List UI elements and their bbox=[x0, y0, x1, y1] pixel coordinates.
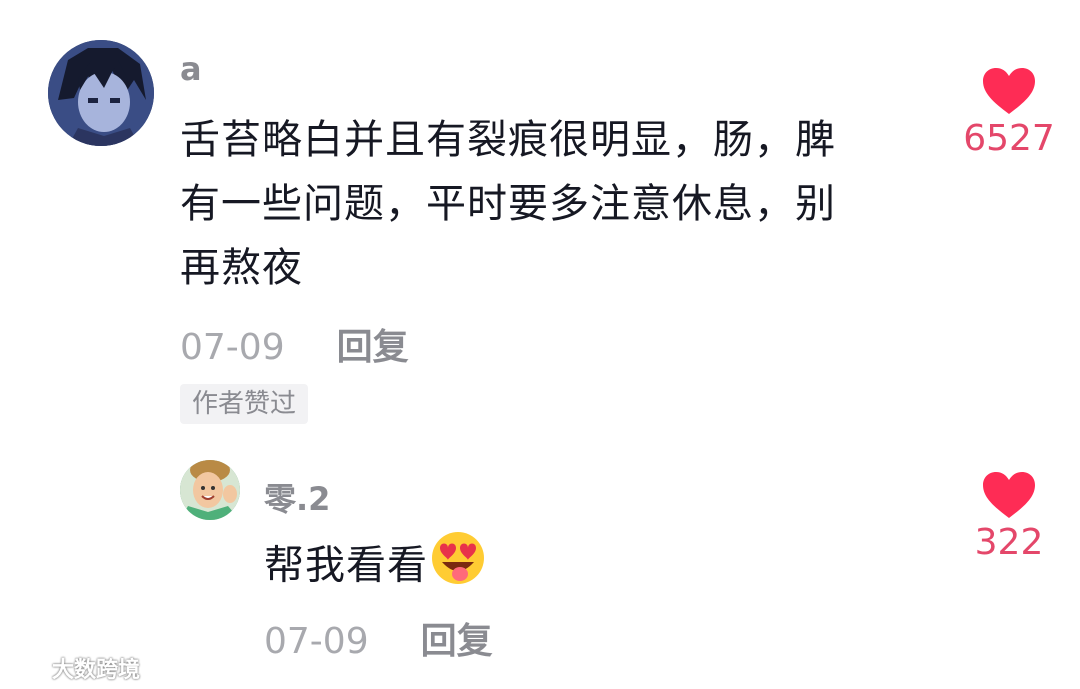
author-liked-badge: 作者赞过 bbox=[180, 384, 309, 424]
comment-meta: 07-09 回复 bbox=[264, 612, 493, 664]
avatar[interactable] bbox=[180, 460, 240, 520]
heart-icon[interactable] bbox=[981, 66, 1037, 116]
comment-text-line: 再熬夜 bbox=[180, 245, 303, 291]
like-button[interactable]: 6527 bbox=[954, 66, 1064, 159]
star-struck-emoji-icon bbox=[430, 530, 486, 605]
username[interactable]: a bbox=[180, 50, 202, 88]
like-button[interactable]: 322 bbox=[954, 470, 1064, 563]
like-count: 322 bbox=[974, 522, 1044, 563]
reply-button[interactable]: 回复 bbox=[337, 318, 409, 370]
heart-icon[interactable] bbox=[981, 470, 1037, 520]
comment-date: 07-09 bbox=[180, 327, 285, 368]
comment-text: 舌苔略白并且有裂痕很明显，肠，脾 有一些问题，平时要多注意休息，别 再熬夜 bbox=[180, 108, 940, 300]
watermark-logo-icon bbox=[8, 658, 48, 678]
comment-date: 07-09 bbox=[264, 621, 369, 662]
comment-meta: 07-09 回复 bbox=[180, 318, 409, 370]
username[interactable]: 零.2 bbox=[264, 474, 330, 520]
comment-text-line: 有一些问题，平时要多注意休息，别 bbox=[180, 181, 836, 227]
comment-text-line: 舌苔略白并且有裂痕很明显，肠，脾 bbox=[180, 117, 836, 163]
watermark-text: 大数跨境 bbox=[52, 658, 141, 683]
reply-button[interactable]: 回复 bbox=[421, 612, 493, 664]
comment-text: 帮我看看 bbox=[264, 530, 486, 605]
like-count: 6527 bbox=[963, 118, 1055, 159]
avatar[interactable] bbox=[48, 40, 154, 146]
comment-text-line: 帮我看看 bbox=[264, 542, 428, 589]
watermark: 大数跨境 bbox=[8, 652, 140, 684]
